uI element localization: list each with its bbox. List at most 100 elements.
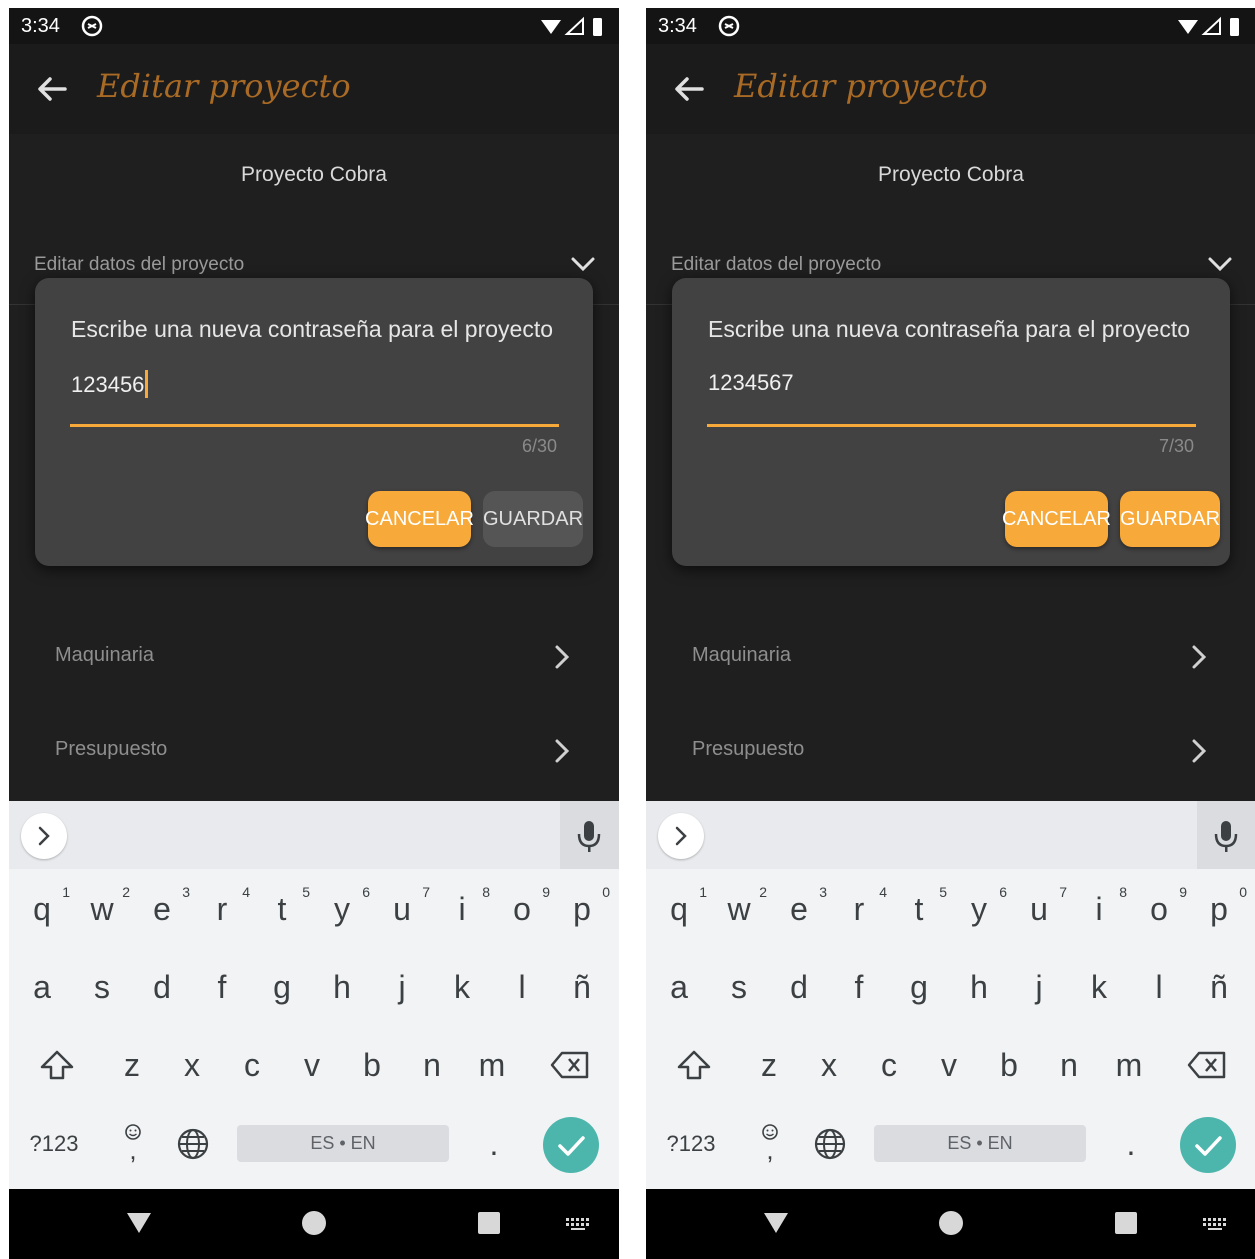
key-j[interactable]: j — [1009, 952, 1069, 1022]
app-bar: Editar proyecto — [9, 44, 619, 134]
key-l[interactable]: l — [492, 952, 552, 1022]
recents-square-icon[interactable] — [477, 1211, 501, 1235]
password-input[interactable]: 123456 — [71, 370, 149, 398]
key-n-tilde[interactable]: ñ — [1189, 952, 1249, 1022]
keyboard-switch-icon[interactable] — [1202, 1216, 1228, 1232]
key-f[interactable]: f — [192, 952, 252, 1022]
key-s[interactable]: s — [709, 952, 769, 1022]
period-key[interactable]: . — [1101, 1109, 1161, 1179]
key-n[interactable]: n — [402, 1030, 462, 1100]
key-p[interactable]: p0 — [552, 874, 612, 944]
symbols-key[interactable]: ?123 — [656, 1124, 726, 1164]
key-v[interactable]: v — [919, 1030, 979, 1100]
save-button[interactable]: GUARDAR — [1120, 491, 1220, 547]
key-d[interactable]: d — [769, 952, 829, 1022]
key-d[interactable]: d — [132, 952, 192, 1022]
space-key[interactable]: ES • EN — [874, 1125, 1086, 1162]
chevron-down-icon[interactable] — [1206, 254, 1234, 274]
key-r[interactable]: r4 — [192, 874, 252, 944]
key-z[interactable]: z — [102, 1030, 162, 1100]
key-w[interactable]: w2 — [709, 874, 769, 944]
key-b[interactable]: b — [979, 1030, 1039, 1100]
back-triangle-icon[interactable] — [762, 1211, 790, 1235]
chevron-down-icon[interactable] — [569, 254, 597, 274]
key-t[interactable]: t5 — [889, 874, 949, 944]
key-char: w — [90, 890, 114, 927]
key-u[interactable]: u7 — [372, 874, 432, 944]
key-x[interactable]: x — [799, 1030, 859, 1100]
cancel-button[interactable]: CANCELAR — [365, 491, 474, 547]
key-c[interactable]: c — [222, 1030, 282, 1100]
key-b[interactable]: b — [342, 1030, 402, 1100]
home-circle-icon[interactable] — [301, 1210, 327, 1236]
key-k[interactable]: k — [1069, 952, 1129, 1022]
symbols-key[interactable]: ?123 — [19, 1124, 89, 1164]
cancel-button[interactable]: CANCELAR — [1002, 491, 1111, 547]
backspace-key[interactable] — [1177, 1030, 1237, 1100]
key-e[interactable]: e3 — [132, 874, 192, 944]
list-item-maquinaria[interactable]: Maquinaria — [646, 626, 1255, 686]
emoji-comma-key[interactable]: , — [740, 1109, 800, 1179]
key-o[interactable]: o9 — [1129, 874, 1189, 944]
edit-section-label[interactable]: Editar datos del proyecto — [671, 254, 881, 276]
key-w[interactable]: w2 — [72, 874, 132, 944]
shift-key[interactable] — [664, 1030, 724, 1100]
key-c[interactable]: c — [859, 1030, 919, 1100]
list-item-maquinaria[interactable]: Maquinaria — [9, 626, 619, 686]
recents-square-icon[interactable] — [1114, 1211, 1138, 1235]
enter-key[interactable] — [543, 1117, 599, 1173]
key-n-tilde[interactable]: ñ — [552, 952, 612, 1022]
key-q[interactable]: q1 — [12, 874, 72, 944]
key-r[interactable]: r4 — [829, 874, 889, 944]
back-arrow-icon[interactable] — [35, 72, 69, 106]
key-v[interactable]: v — [282, 1030, 342, 1100]
mic-button[interactable] — [560, 801, 619, 869]
backspace-key[interactable] — [540, 1030, 600, 1100]
key-q[interactable]: q1 — [649, 874, 709, 944]
key-y[interactable]: y6 — [312, 874, 372, 944]
key-l[interactable]: l — [1129, 952, 1189, 1022]
key-x[interactable]: x — [162, 1030, 222, 1100]
key-z[interactable]: z — [739, 1030, 799, 1100]
enter-key[interactable] — [1180, 1117, 1236, 1173]
key-a[interactable]: a — [12, 952, 72, 1022]
key-m[interactable]: m — [1099, 1030, 1159, 1100]
back-triangle-icon[interactable] — [125, 1211, 153, 1235]
key-n[interactable]: n — [1039, 1030, 1099, 1100]
key-s[interactable]: s — [72, 952, 132, 1022]
home-circle-icon[interactable] — [938, 1210, 964, 1236]
key-t[interactable]: t5 — [252, 874, 312, 944]
key-h[interactable]: h — [312, 952, 372, 1022]
keyboard-switch-icon[interactable] — [565, 1216, 591, 1232]
key-i[interactable]: i8 — [1069, 874, 1129, 944]
key-k[interactable]: k — [432, 952, 492, 1022]
list-item-presupuesto[interactable]: Presupuesto — [9, 720, 619, 780]
key-m[interactable]: m — [462, 1030, 522, 1100]
key-f[interactable]: f — [829, 952, 889, 1022]
key-y[interactable]: y6 — [949, 874, 1009, 944]
edit-section-label[interactable]: Editar datos del proyecto — [34, 254, 244, 276]
period-key[interactable]: . — [464, 1109, 524, 1179]
list-item-presupuesto[interactable]: Presupuesto — [646, 720, 1255, 780]
mic-button[interactable] — [1197, 801, 1255, 869]
key-g[interactable]: g — [889, 952, 949, 1022]
key-p[interactable]: p0 — [1189, 874, 1249, 944]
key-g[interactable]: g — [252, 952, 312, 1022]
key-i[interactable]: i8 — [432, 874, 492, 944]
key-e[interactable]: e3 — [769, 874, 829, 944]
expand-toolbar-button[interactable] — [21, 813, 67, 859]
password-input[interactable]: 1234567 — [708, 370, 794, 396]
key-j[interactable]: j — [372, 952, 432, 1022]
space-key[interactable]: ES • EN — [237, 1125, 449, 1162]
shift-key[interactable] — [27, 1030, 87, 1100]
language-key[interactable] — [800, 1109, 860, 1179]
key-o[interactable]: o9 — [492, 874, 552, 944]
key-a[interactable]: a — [649, 952, 709, 1022]
key-u[interactable]: u7 — [1009, 874, 1069, 944]
language-key[interactable] — [163, 1109, 223, 1179]
back-arrow-icon[interactable] — [672, 72, 706, 106]
save-button[interactable]: GUARDAR — [483, 491, 583, 547]
expand-toolbar-button[interactable] — [658, 813, 704, 859]
key-h[interactable]: h — [949, 952, 1009, 1022]
emoji-comma-key[interactable]: , — [103, 1109, 163, 1179]
